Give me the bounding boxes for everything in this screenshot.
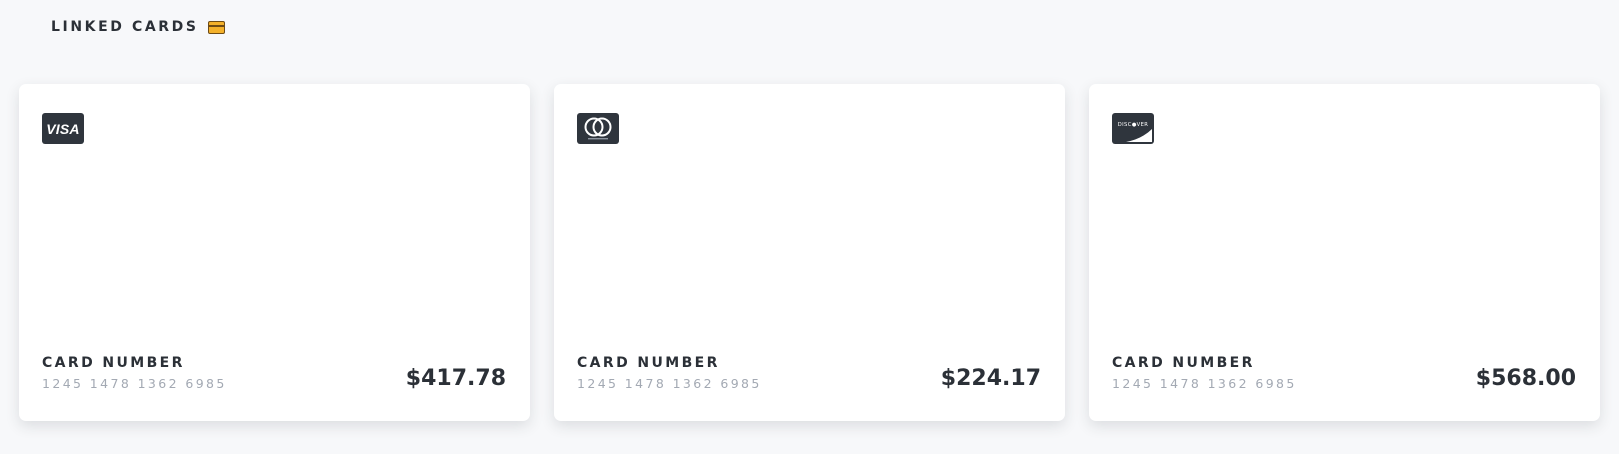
card-balance: $568.00 [1475,366,1576,391]
card-number-value: 1245 1478 1362 6985 [1112,376,1297,391]
credit-card-icon [207,20,225,34]
mastercard-logo-graphic [584,117,612,140]
card-balance: $224.17 [940,366,1041,391]
card-mastercard[interactable]: CARD NUMBER 1245 1478 1362 6985 $224.17 [554,84,1065,421]
section-title: LINKED CARDS [51,19,199,35]
card-visa[interactable]: VISA CARD NUMBER 1245 1478 1362 6985 $41… [19,84,530,421]
card-number-label: CARD NUMBER [1112,355,1255,371]
discover-logo-graphic: DISC●VER [1118,122,1152,142]
card-discover[interactable]: DISC●VER CARD NUMBER 1245 1478 1362 6985… [1089,84,1600,421]
card-number-value: 1245 1478 1362 6985 [42,376,227,391]
discover-icon: DISC●VER [1112,113,1154,144]
visa-logo-text: VISA [46,120,80,137]
card-details: CARD NUMBER 1245 1478 1362 6985 $568.00 [1112,355,1576,391]
section-header: LINKED CARDS [51,19,225,35]
svg-text:DISC●VER: DISC●VER [1118,122,1149,128]
card-number-block: CARD NUMBER 1245 1478 1362 6985 [577,355,762,391]
card-number-label: CARD NUMBER [42,355,185,371]
card-balance: $417.78 [405,366,506,391]
card-number-block: CARD NUMBER 1245 1478 1362 6985 [1112,355,1297,391]
card-details: CARD NUMBER 1245 1478 1362 6985 $224.17 [577,355,1041,391]
card-number-label: CARD NUMBER [577,355,720,371]
linked-cards-list: VISA CARD NUMBER 1245 1478 1362 6985 $41… [19,84,1600,421]
mastercard-icon [577,113,619,144]
card-number-block: CARD NUMBER 1245 1478 1362 6985 [42,355,227,391]
card-details: CARD NUMBER 1245 1478 1362 6985 $417.78 [42,355,506,391]
visa-icon: VISA [42,113,84,144]
card-number-value: 1245 1478 1362 6985 [577,376,762,391]
